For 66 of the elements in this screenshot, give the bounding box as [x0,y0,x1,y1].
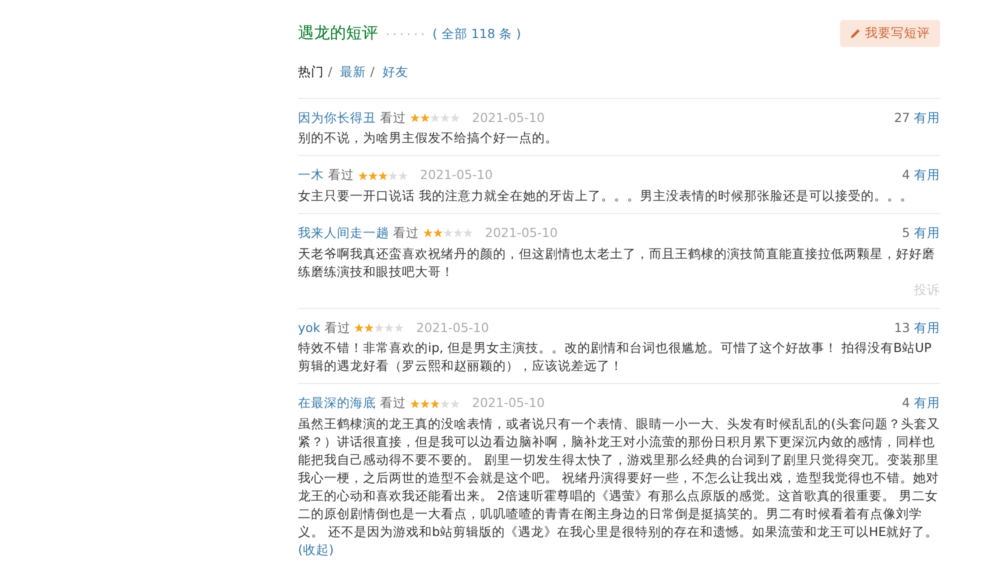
star-icon [384,322,394,333]
star-icon [354,322,364,333]
star-icon [398,170,408,181]
useful-link[interactable]: 有用 [914,394,940,413]
star-icon [430,112,440,123]
review-text: 女主只要一开口说话 我的注意力就全在她的牙齿上了。。。男主没表情的时候那张脸还是可以接受的。。。 [298,187,914,205]
separator: / [328,62,332,81]
count-link[interactable]: ( 全部 118 条 ) [432,25,521,44]
star-icon [410,112,420,123]
review-date: 2021-05-10 [485,224,558,242]
review-text: 天老爷啊我真还蛮喜欢祝绪丹的颜的，但这剧情也太老土了，而且王鹤棣的演技简直能直接拉低两颗星，好好磨练磨练演技和眼技吧大哥！ [298,244,936,281]
vote-count: 5 [902,224,910,242]
star-icon [420,112,430,123]
vote-count: 4 [902,394,910,412]
star-icon [374,322,384,333]
star-icon [440,112,450,123]
star-icon [453,228,463,238]
useful-link[interactable]: 有用 [914,318,940,338]
watch-status: 看过 [324,318,350,336]
star-icon [364,322,374,333]
star-icon [420,398,430,409]
user-link[interactable]: 在最深的海底 [298,394,376,413]
useful-link[interactable]: 有用 [914,166,940,185]
sort-tab[interactable]: 热门 [298,62,324,82]
section-title: 遇龙的短评 [298,22,378,44]
review-date: 2021-05-10 [416,318,489,336]
watch-status: 看过 [380,108,406,126]
dotted-leader: · · · · · · [386,27,424,44]
watch-status: 看过 [380,394,406,412]
star-icon [423,228,433,238]
star-icon [450,398,460,409]
star-icon [358,170,368,181]
sort-tab[interactable]: 好友 [382,62,408,82]
review-date: 2021-05-10 [472,394,545,412]
review-date: 2021-05-10 [472,108,545,126]
sort-tab[interactable]: 最新 [340,62,366,82]
useful-link[interactable]: 有用 [914,108,940,128]
star-icon [430,398,440,409]
star-icon [378,170,388,181]
vote-count: 27 [894,108,910,126]
vote-count: 13 [894,318,910,336]
star-icon [368,170,378,181]
collapse-link[interactable]: (收起) [298,541,334,560]
write-review-button[interactable]: 我要写短评 [840,20,940,47]
user-link[interactable]: 因为你长得丑 [298,108,376,128]
review-text: 别的不说，为啥男主假发不给搞个好一点的。 [298,129,559,148]
star-icon [440,398,450,409]
watch-status: 看过 [393,224,419,242]
user-link[interactable]: 我来人间走一趟 [298,224,389,243]
review-date: 2021-05-10 [420,166,493,184]
user-link[interactable]: yok [298,318,320,338]
vote-count: 4 [902,166,910,184]
review-text: 特效不错！非常喜欢的ip, 但是男女主演技。。改的剧情和台词也很尴尬。可惜了这个好故事！ 拍得没有B站UP剪辑的遇龙好看（罗云熙和赵丽颖的），应该说差远了！ [298,339,933,376]
star-icon [410,398,420,409]
useful-link[interactable]: 有用 [914,224,940,243]
separator: / [370,62,374,81]
star-icon [433,228,443,238]
star-icon [394,322,404,333]
star-icon [388,170,398,181]
star-icon [450,112,460,123]
watch-status: 看过 [328,166,354,184]
review-text: 虽然王鹤棣演的龙王真的没啥表情，或者说只有一个表情、眼睛一小一大、头发有时候乱乱的(头套问题？头套又紧？）讲话很直接，但是我可以边看边脑补啊，脑补龙王对小流萤的那份日积月累下更深沉内敛的感情，同样也能把我自己感动得不要不要的。 剧里一切发生得太快了，游戏里那么经典的台词到了剧里只觉得突兀。变装那里我心一梗，之后两世的造型不会就是这个吧。 祝绪丹演得要好一些，不怎么让我出戏，造型我觉得也不错。她对龙王的心动和喜欢我还能看出来。 2倍速听霍尊唱的《遇萤》有那么点原版的感觉。这首歌真的很重要。 男二女二的原创剧情倒也是一大看点，叽叽喳喳的青青在阁主身边的日常倒是挺搞笑的。男二有时候看着有点像刘学义。 还不是因为游戏和b站剪辑版的《遇龙》在我心里是很特别的存在和遗憾。如果流萤和龙王可以HE就好了。 [298,415,940,541]
pencil-icon [850,28,861,39]
star-icon [463,228,473,238]
star-icon [443,228,453,238]
user-link[interactable]: 一木 [298,166,324,185]
